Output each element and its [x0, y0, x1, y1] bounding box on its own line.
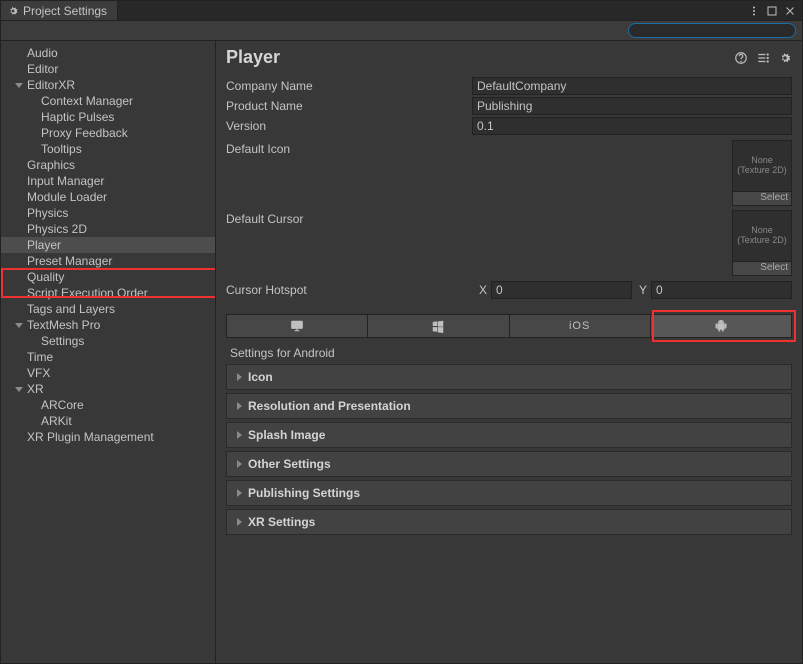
main-panel: Player Company Name Product Name Vers — [216, 41, 802, 663]
sidebar-item-editorxr[interactable]: EditorXR — [1, 77, 215, 93]
sidebar: AudioEditorEditorXRContext ManagerHaptic… — [1, 41, 216, 663]
company-label: Company Name — [226, 79, 472, 93]
searchbar — [1, 21, 802, 41]
sidebar-item-module-loader[interactable]: Module Loader — [1, 189, 215, 205]
sidebar-item-haptic-pulses[interactable]: Haptic Pulses — [1, 109, 215, 125]
hotspot-y-label: Y — [632, 283, 647, 297]
sidebar-item-script-execution-order[interactable]: Script Execution Order — [1, 285, 215, 301]
sidebar-item-context-manager[interactable]: Context Manager — [1, 93, 215, 109]
version-input[interactable] — [472, 117, 792, 135]
sidebar-item-arcore[interactable]: ARCore — [1, 397, 215, 413]
sidebar-item-physics[interactable]: Physics — [1, 205, 215, 221]
help-icon[interactable] — [734, 51, 748, 65]
sidebar-item-input-manager[interactable]: Input Manager — [1, 173, 215, 189]
kebab-icon[interactable] — [748, 5, 760, 17]
page-title: Player — [226, 47, 280, 68]
foldout-icon[interactable]: Icon — [226, 364, 792, 390]
default-icon-select[interactable]: Select — [732, 192, 792, 206]
foldout-splash-image[interactable]: Splash Image — [226, 422, 792, 448]
sidebar-item-vfx[interactable]: VFX — [1, 365, 215, 381]
hotspot-x-label: X — [472, 283, 487, 297]
platform-tabs: iOS — [226, 314, 792, 338]
gear-icon — [7, 5, 19, 17]
default-icon-label: Default Icon — [226, 140, 472, 156]
preset-icon[interactable] — [756, 51, 770, 65]
sidebar-item-editor[interactable]: Editor — [1, 61, 215, 77]
sidebar-item-player[interactable]: Player — [1, 237, 215, 253]
default-icon-slot[interactable]: None (Texture 2D) — [732, 140, 792, 192]
default-cursor-slot[interactable]: None (Texture 2D) — [732, 210, 792, 262]
foldout-publishing-settings[interactable]: Publishing Settings — [226, 480, 792, 506]
sidebar-item-tooltips[interactable]: Tooltips — [1, 141, 215, 157]
default-cursor-select[interactable]: Select — [732, 262, 792, 276]
sidebar-item-physics-2d[interactable]: Physics 2D — [1, 221, 215, 237]
gear-icon[interactable] — [778, 51, 792, 65]
sidebar-item-settings[interactable]: Settings — [1, 333, 215, 349]
product-input[interactable] — [472, 97, 792, 115]
sidebar-item-quality[interactable]: Quality — [1, 269, 215, 285]
foldout-other-settings[interactable]: Other Settings — [226, 451, 792, 477]
product-label: Product Name — [226, 99, 472, 113]
window-tab[interactable]: Project Settings — [1, 1, 118, 20]
sidebar-item-audio[interactable]: Audio — [1, 45, 215, 61]
sidebar-item-xr[interactable]: XR — [1, 381, 215, 397]
titlebar: Project Settings — [1, 1, 802, 21]
sidebar-item-textmesh-pro[interactable]: TextMesh Pro — [1, 317, 215, 333]
close-icon[interactable] — [784, 5, 796, 17]
hotspot-y-input[interactable] — [651, 281, 792, 299]
foldout-xr-settings[interactable]: XR Settings — [226, 509, 792, 535]
hotspot-x-input[interactable] — [491, 281, 632, 299]
maximize-icon[interactable] — [766, 5, 778, 17]
ios-label: iOS — [569, 320, 590, 332]
version-label: Version — [226, 119, 472, 133]
platform-tab-windows[interactable] — [368, 315, 509, 337]
company-input[interactable] — [472, 77, 792, 95]
foldout-resolution-and-presentation[interactable]: Resolution and Presentation — [226, 393, 792, 419]
window-title: Project Settings — [23, 4, 107, 18]
section-label: Settings for Android — [216, 342, 802, 364]
android-icon — [714, 319, 728, 333]
sidebar-item-time[interactable]: Time — [1, 349, 215, 365]
search-input[interactable] — [628, 23, 796, 38]
platform-tab-ios[interactable]: iOS — [510, 315, 651, 337]
sidebar-item-proxy-feedback[interactable]: Proxy Feedback — [1, 125, 215, 141]
default-cursor-label: Default Cursor — [226, 210, 472, 226]
monitor-icon — [290, 319, 304, 333]
sidebar-item-arkit[interactable]: ARKit — [1, 413, 215, 429]
windows-icon — [431, 319, 445, 333]
sidebar-item-tags-and-layers[interactable]: Tags and Layers — [1, 301, 215, 317]
sidebar-item-preset-manager[interactable]: Preset Manager — [1, 253, 215, 269]
sidebar-item-xr-plugin-management[interactable]: XR Plugin Management — [1, 429, 215, 445]
platform-tab-standalone[interactable] — [227, 315, 368, 337]
cursor-hotspot-label: Cursor Hotspot — [226, 283, 472, 297]
platform-tab-android[interactable] — [651, 315, 791, 337]
sidebar-item-graphics[interactable]: Graphics — [1, 157, 215, 173]
